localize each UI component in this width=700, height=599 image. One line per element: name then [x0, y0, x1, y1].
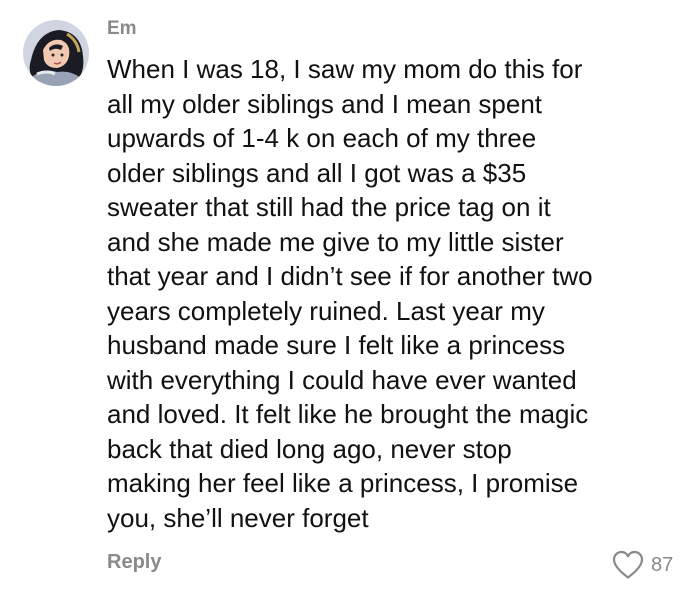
heart-icon[interactable]	[612, 550, 644, 580]
like-count: 87	[651, 553, 674, 576]
reply-button[interactable]: Reply	[107, 551, 161, 574]
avatar[interactable]	[23, 20, 89, 86]
comment-text: When I was 18, I saw my mom do this for …	[107, 54, 593, 533]
like-group: 87	[612, 550, 673, 580]
user-avatar-icon	[23, 20, 89, 86]
comment-author[interactable]: Em	[107, 18, 137, 40]
